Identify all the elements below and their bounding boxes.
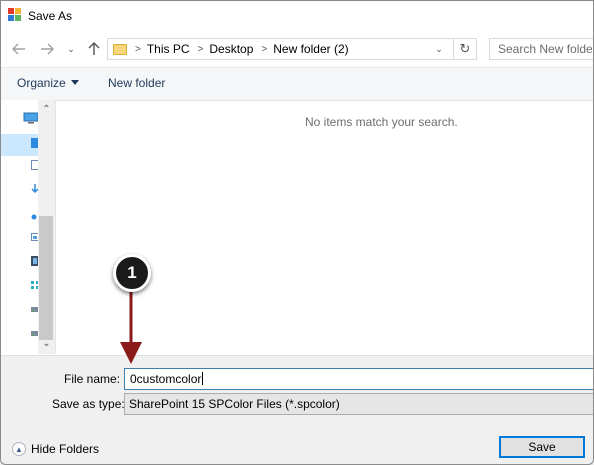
annotation-arrow [120, 290, 142, 364]
step-number-badge: 1 [113, 254, 151, 292]
